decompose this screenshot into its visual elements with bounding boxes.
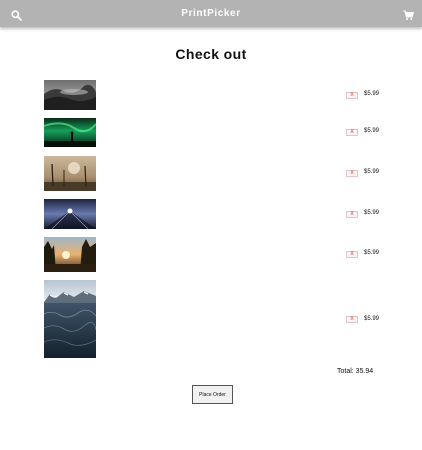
remove-item-button[interactable]: X xyxy=(346,129,358,136)
remove-item-button[interactable]: X xyxy=(346,170,358,177)
item-price: $5.99 xyxy=(364,169,380,175)
thumbnail-image[interactable] xyxy=(44,118,96,147)
item-price: $5.99 xyxy=(364,316,380,322)
remove-item-button[interactable]: X xyxy=(346,92,358,99)
cart-icon[interactable] xyxy=(403,8,414,20)
order-total: Total: 35.94 xyxy=(337,368,374,375)
remove-item-button[interactable]: X xyxy=(346,211,358,218)
page-title: Check out xyxy=(175,46,247,62)
brand-title[interactable]: PrintPicker xyxy=(0,0,422,27)
thumbnail-image[interactable] xyxy=(44,280,96,358)
item-price: $5.99 xyxy=(364,91,380,97)
thumbnail-image[interactable] xyxy=(44,80,96,110)
top-navbar: PrintPicker xyxy=(0,0,422,27)
remove-item-button[interactable]: X xyxy=(346,251,358,258)
item-price: $5.99 xyxy=(364,250,380,256)
thumbnail-image[interactable] xyxy=(44,237,96,272)
item-price: $5.99 xyxy=(364,128,380,134)
thumbnail-image[interactable] xyxy=(44,156,96,191)
thumbnail-image[interactable] xyxy=(44,199,96,229)
item-price: $5.99 xyxy=(364,210,380,216)
place-order-button[interactable]: Place Order xyxy=(192,385,233,404)
remove-item-button[interactable]: X xyxy=(346,316,358,323)
